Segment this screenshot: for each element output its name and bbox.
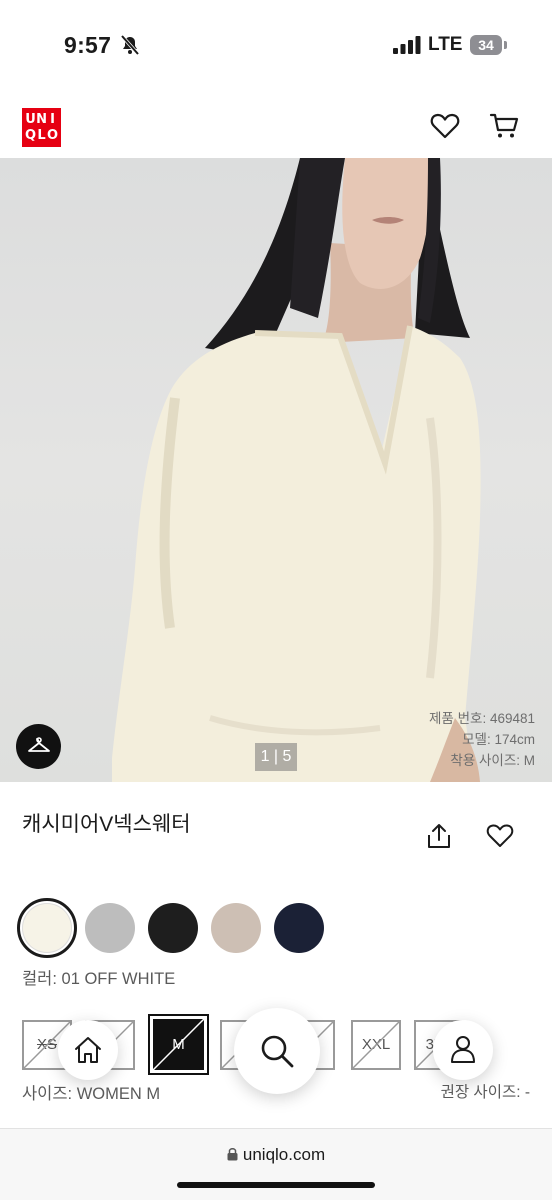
cart-icon[interactable] xyxy=(489,111,519,139)
status-bar: 9:57 LTE 34 xyxy=(0,0,552,88)
color-swatch-gray[interactable] xyxy=(85,903,135,953)
wishlist-heart-icon[interactable] xyxy=(430,112,460,140)
home-icon xyxy=(75,1037,101,1063)
battery-level: 34 xyxy=(478,37,494,53)
hanger-icon xyxy=(28,737,50,752)
uniqlo-logo[interactable]: U N I Q L O xyxy=(22,108,61,147)
product-image[interactable] xyxy=(0,158,552,782)
browser-address-bar[interactable]: uniqlo.com xyxy=(0,1128,552,1200)
size-label: 사이즈: WOMEN M xyxy=(22,1085,161,1103)
signal-icon xyxy=(393,36,421,54)
color-swatch-black[interactable] xyxy=(148,903,198,953)
product-number: 제품 번호: 469481 xyxy=(429,711,535,726)
size-option-xxl[interactable]: XXL xyxy=(351,1020,401,1070)
search-icon xyxy=(261,1035,294,1068)
battery-icon: 34 xyxy=(470,35,508,55)
size-option-m[interactable]: M xyxy=(148,1014,209,1075)
home-indicator[interactable] xyxy=(177,1182,375,1188)
color-swatch-navy[interactable] xyxy=(274,903,324,953)
color-label: 컬러: 01 OFF WHITE xyxy=(22,970,176,988)
home-button[interactable] xyxy=(58,1020,118,1080)
try-on-button[interactable] xyxy=(16,724,61,769)
person-icon xyxy=(451,1036,475,1063)
gallery-page-indicator: 1 | 5 xyxy=(255,743,297,771)
model-info: 제품 번호: 469481 모델: 174cm 착용 사이즈: M xyxy=(429,708,535,771)
share-icon[interactable] xyxy=(425,822,453,850)
lock-icon xyxy=(227,1148,238,1161)
model-height: 모델: 174cm xyxy=(462,732,535,747)
model-fit-size: 착용 사이즈: M xyxy=(450,753,535,768)
search-button[interactable] xyxy=(234,1008,320,1094)
site-header: U N I Q L O xyxy=(0,88,552,158)
network-label: LTE xyxy=(428,34,463,55)
unavailable-slash xyxy=(353,1022,399,1068)
model-photo xyxy=(112,158,481,782)
account-button[interactable] xyxy=(433,1020,493,1080)
url-display[interactable]: uniqlo.com xyxy=(0,1145,552,1165)
status-time: 9:57 xyxy=(64,32,112,58)
product-title: 캐시미어V넥스웨터 xyxy=(22,813,191,836)
url-text: uniqlo.com xyxy=(242,1145,326,1164)
favorite-heart-icon[interactable] xyxy=(486,822,514,850)
color-swatch-off-white[interactable] xyxy=(22,903,72,953)
recommended-size-label: 권장 사이즈: - xyxy=(440,1084,530,1101)
unavailable-slash xyxy=(153,1019,204,1070)
color-swatch-beige[interactable] xyxy=(211,903,261,953)
bell-slash-icon xyxy=(120,34,140,56)
